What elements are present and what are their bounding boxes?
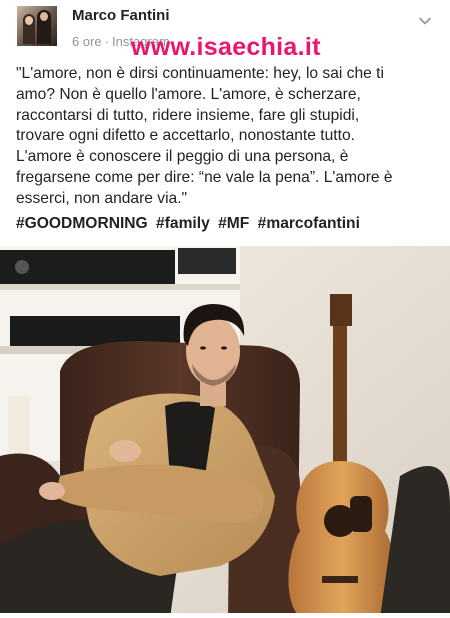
- post-photo[interactable]: [0, 246, 450, 618]
- author-name[interactable]: Marco Fantini: [72, 7, 170, 24]
- man-hand: [109, 440, 141, 462]
- caption-line: fregarsene come per dire: “ne vale la pe…: [16, 168, 393, 186]
- caption-line: esserci, non andare via.": [16, 189, 188, 207]
- speaker: [178, 248, 236, 274]
- man-eye: [221, 346, 227, 350]
- chevron-down-icon[interactable]: [418, 14, 432, 28]
- turntable: [10, 316, 180, 346]
- guitar-headstock: [330, 294, 352, 326]
- post-time[interactable]: 6 ore: [72, 34, 102, 49]
- avatar-face: [40, 12, 48, 21]
- guitar-pickguard: [350, 496, 372, 532]
- caption-line: trovare ogni difetto e accettarlo, nonos…: [16, 127, 355, 145]
- guitar-bridge: [322, 576, 358, 583]
- hashtag-link[interactable]: #GOODMORNING: [16, 215, 148, 232]
- caption-line: raccontarsi di tutto, ridere insieme, fa…: [16, 106, 360, 124]
- avatar-face: [25, 16, 33, 25]
- hashtag-link[interactable]: #MF: [218, 215, 249, 232]
- caption-line: "L'amore, non è dirsi continuamente: hey…: [16, 65, 384, 82]
- hashtag-link[interactable]: #marcofantini: [258, 215, 360, 232]
- avatar[interactable]: [17, 6, 57, 46]
- hashtag-link[interactable]: #family: [156, 215, 210, 232]
- watermark: www.isaechia.it: [131, 33, 321, 61]
- hashtags: #GOODMORNING #family #MF #marcofantini: [16, 215, 441, 233]
- man-hand: [39, 482, 65, 500]
- guitar-body: [288, 461, 398, 618]
- post-caption: "L'amore, non è dirsi continuamente: hey…: [16, 64, 441, 210]
- stereo-knob: [15, 260, 29, 274]
- man-eye: [200, 346, 206, 350]
- footer-spacer: [0, 613, 450, 618]
- post-header: Marco Fantini 6 ore · Instagram www.isaech…: [0, 0, 450, 62]
- caption-line: L'amore è conoscere il peggio di una per…: [16, 148, 349, 166]
- guitar-neck: [333, 316, 347, 486]
- meta-separator: ·: [104, 34, 109, 49]
- shelf: [0, 284, 240, 290]
- candle: [8, 396, 30, 456]
- caption-line: amo? Non è quello l'amore. L'amore, è sc…: [16, 85, 361, 103]
